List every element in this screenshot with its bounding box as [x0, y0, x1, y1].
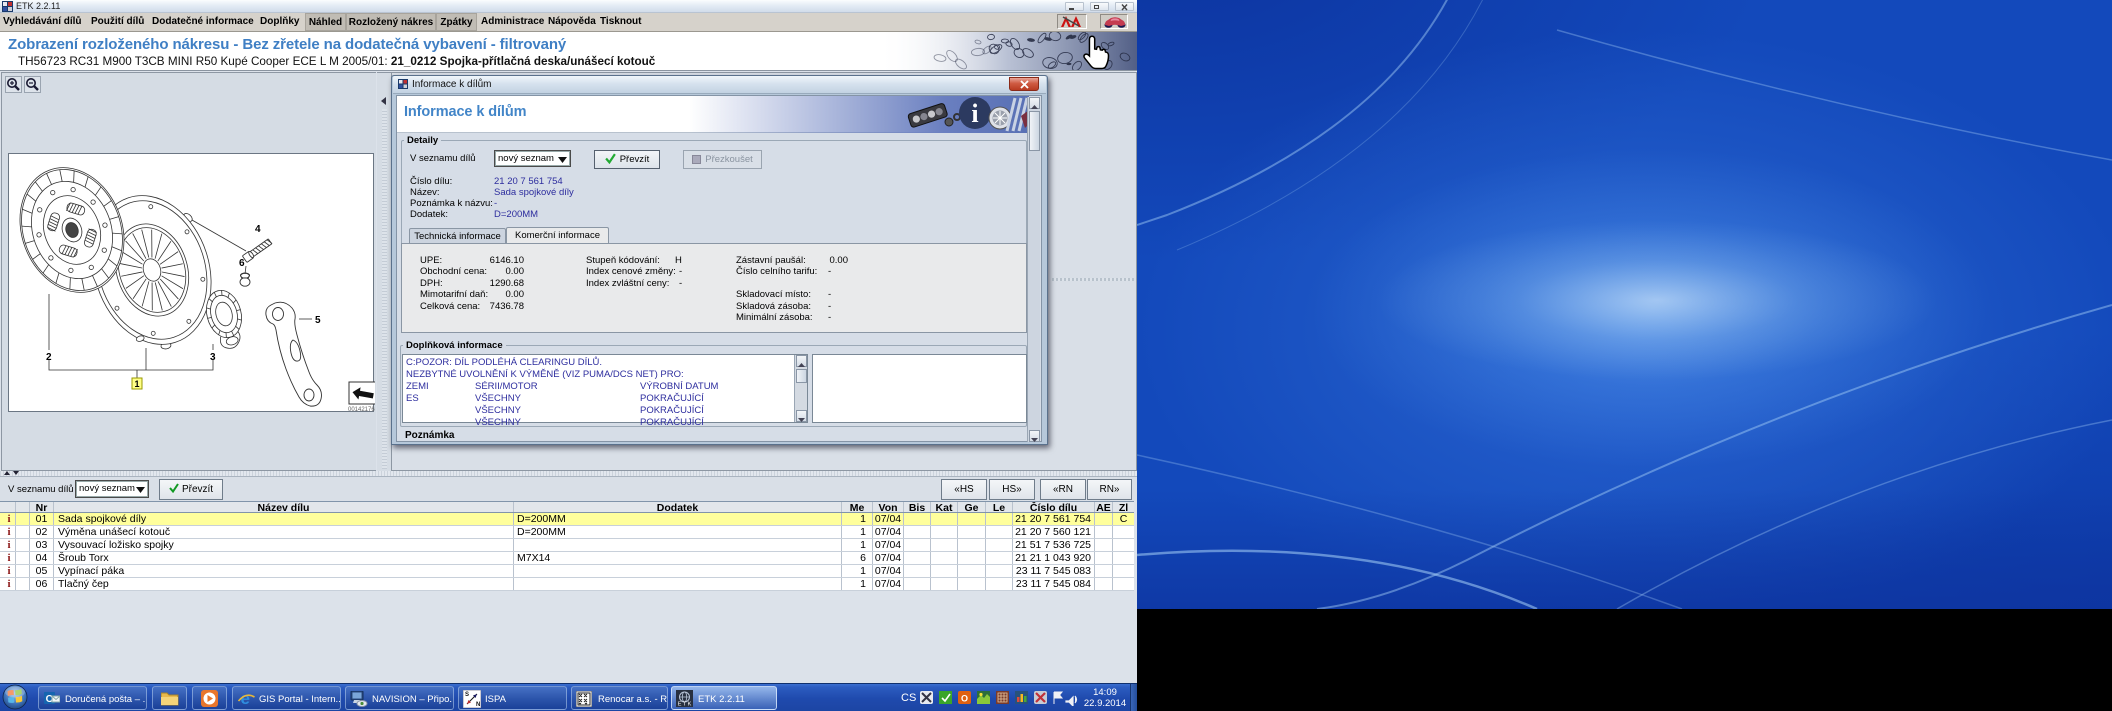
svg-text:00142176: 00142176: [348, 407, 375, 413]
svg-text:O: O: [961, 694, 968, 704]
svg-text:E T K: E T K: [678, 702, 692, 708]
svg-text:S: S: [465, 692, 469, 698]
svg-text:4: 4: [255, 224, 261, 235]
svg-text:5: 5: [315, 315, 321, 326]
svg-text:1: 1: [135, 379, 140, 389]
svg-text:6: 6: [239, 258, 245, 269]
svg-text:2: 2: [46, 352, 52, 363]
svg-text:N: N: [476, 702, 480, 708]
svg-text:i: i: [971, 99, 978, 128]
svg-text:3: 3: [210, 352, 216, 363]
